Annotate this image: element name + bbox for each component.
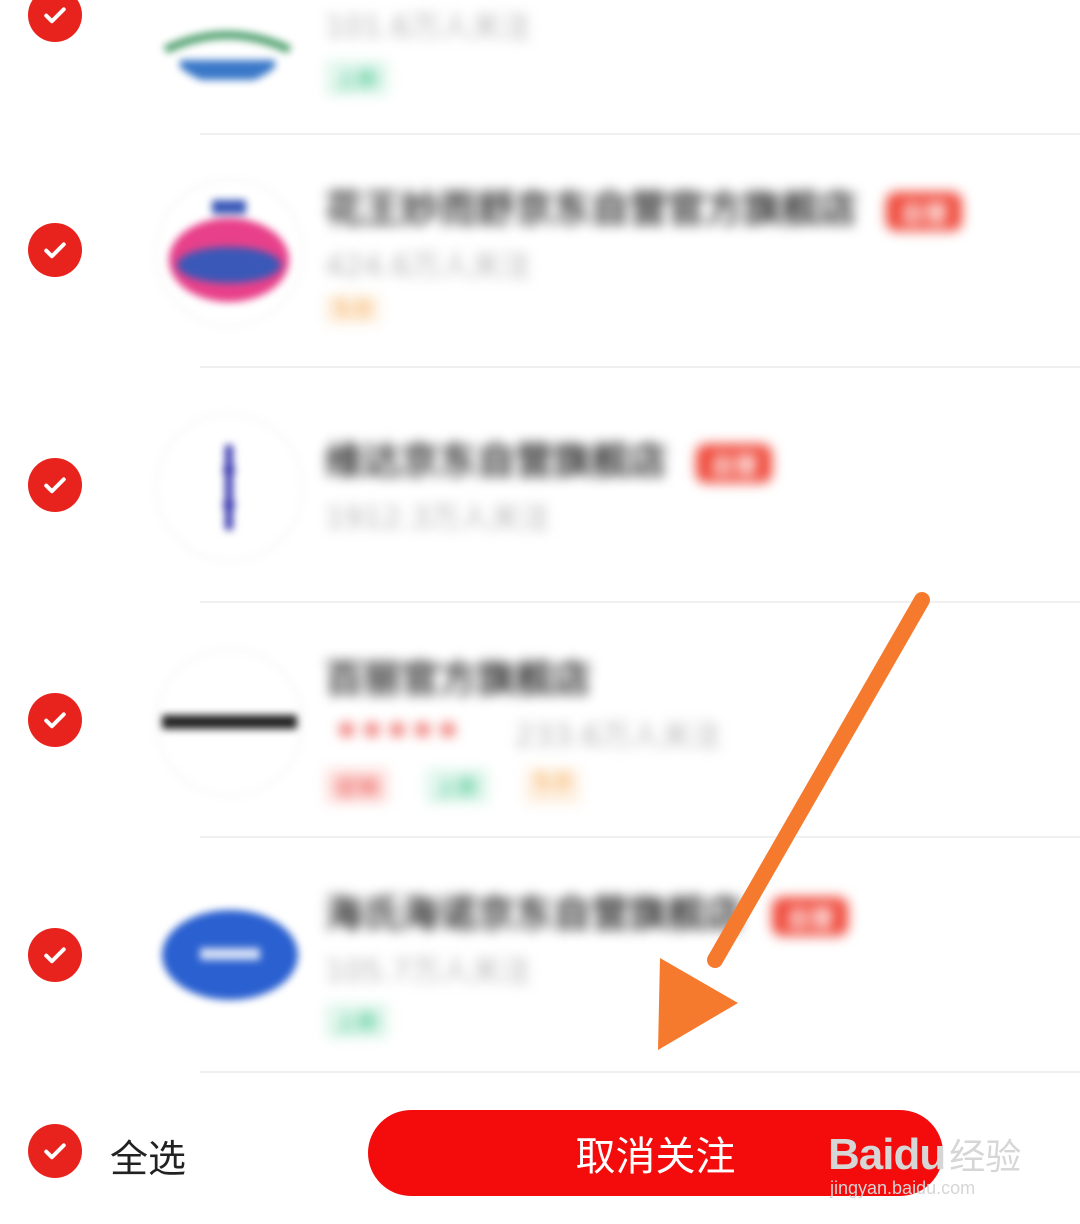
store-tags: 促销 上新 5.0 — [325, 768, 581, 804]
store-logo — [155, 413, 304, 562]
list-item[interactable]: 101.6万人关注 上新 — [0, 0, 1080, 135]
store-name-text: 维达京东自营旗舰店 — [325, 439, 668, 483]
select-all-label[interactable]: 全选 — [110, 1128, 186, 1183]
self-operated-badge: 自营 — [772, 897, 849, 936]
checkbox-checked-icon[interactable] — [28, 0, 82, 42]
follower-count: 1912.3万人关注 — [325, 501, 550, 536]
tag-rating: 5.0 — [325, 295, 380, 324]
store-name: 百丽官方旗舰店 — [325, 648, 591, 703]
store-name: 海氏海诺京东自营旗舰店 自营 — [325, 883, 849, 938]
store-logo — [155, 178, 304, 327]
watermark-text: 经验 — [949, 1137, 1022, 1178]
self-operated-badge: 自营 — [696, 444, 773, 483]
list-item[interactable]: 维达京东自营旗舰店 自营 1912.3万人关注 — [0, 368, 1080, 603]
watermark-brand-suffix: du — [893, 1130, 946, 1179]
checkbox-checked-icon[interactable] — [28, 928, 82, 982]
tag-new: 上新 — [325, 1003, 390, 1039]
checkbox-checked-icon[interactable] — [28, 458, 82, 512]
baidu-jingyan-watermark: Baidu 经验 jingyan.baidu.com — [828, 1128, 1058, 1208]
list-item[interactable]: 花王妙而舒京东自营官方旗舰店 自营 424.6万人关注 5.0 — [0, 133, 1080, 368]
divider — [200, 1071, 1080, 1073]
store-logo — [155, 648, 304, 797]
tag-new: 上新 — [325, 60, 390, 96]
store-tags: 上新 — [325, 60, 390, 96]
watermark-url: jingyan.baidu.com — [830, 1178, 976, 1198]
store-tags: 上新 — [325, 1003, 390, 1039]
list-item[interactable]: 海氏海诺京东自营旗舰店 自营 105.7万人关注 上新 — [0, 838, 1080, 1073]
list-item[interactable]: 百丽官方旗舰店 ★★★★★ 233.6万人关注 促销 上新 5.0 — [0, 603, 1080, 838]
store-logo — [155, 883, 300, 1028]
store-tags: 5.0 — [325, 295, 380, 324]
store-name: 花王妙而舒京东自营官方旗舰店 自营 — [325, 178, 963, 233]
checkbox-checked-icon[interactable] — [28, 693, 82, 747]
follower-count: 105.7万人关注 — [325, 954, 531, 989]
store-name-text: 海氏海诺京东自营旗舰店 — [325, 892, 744, 936]
store-name-text: 百丽官方旗舰店 — [325, 657, 592, 701]
rating-stars: ★★★★★ — [335, 715, 462, 745]
tag-new: 上新 — [425, 768, 490, 804]
watermark-brand: Bai — [828, 1130, 894, 1179]
select-all-checkbox-icon[interactable] — [28, 1124, 82, 1178]
tag-promo: 促销 — [325, 768, 390, 804]
self-operated-badge: 自营 — [886, 192, 963, 231]
store-logo — [155, 0, 300, 85]
follower-count: 101.6万人关注 — [325, 10, 531, 45]
checkbox-checked-icon[interactable] — [28, 223, 82, 277]
store-name-text: 花王妙而舒京东自营官方旗舰店 — [325, 187, 858, 231]
follower-count: 233.6万人关注 — [515, 719, 721, 754]
store-name: 维达京东自营旗舰店 自营 — [325, 430, 773, 485]
tag-rating: 5.0 — [525, 768, 581, 804]
follower-count: 424.6万人关注 — [325, 249, 531, 284]
